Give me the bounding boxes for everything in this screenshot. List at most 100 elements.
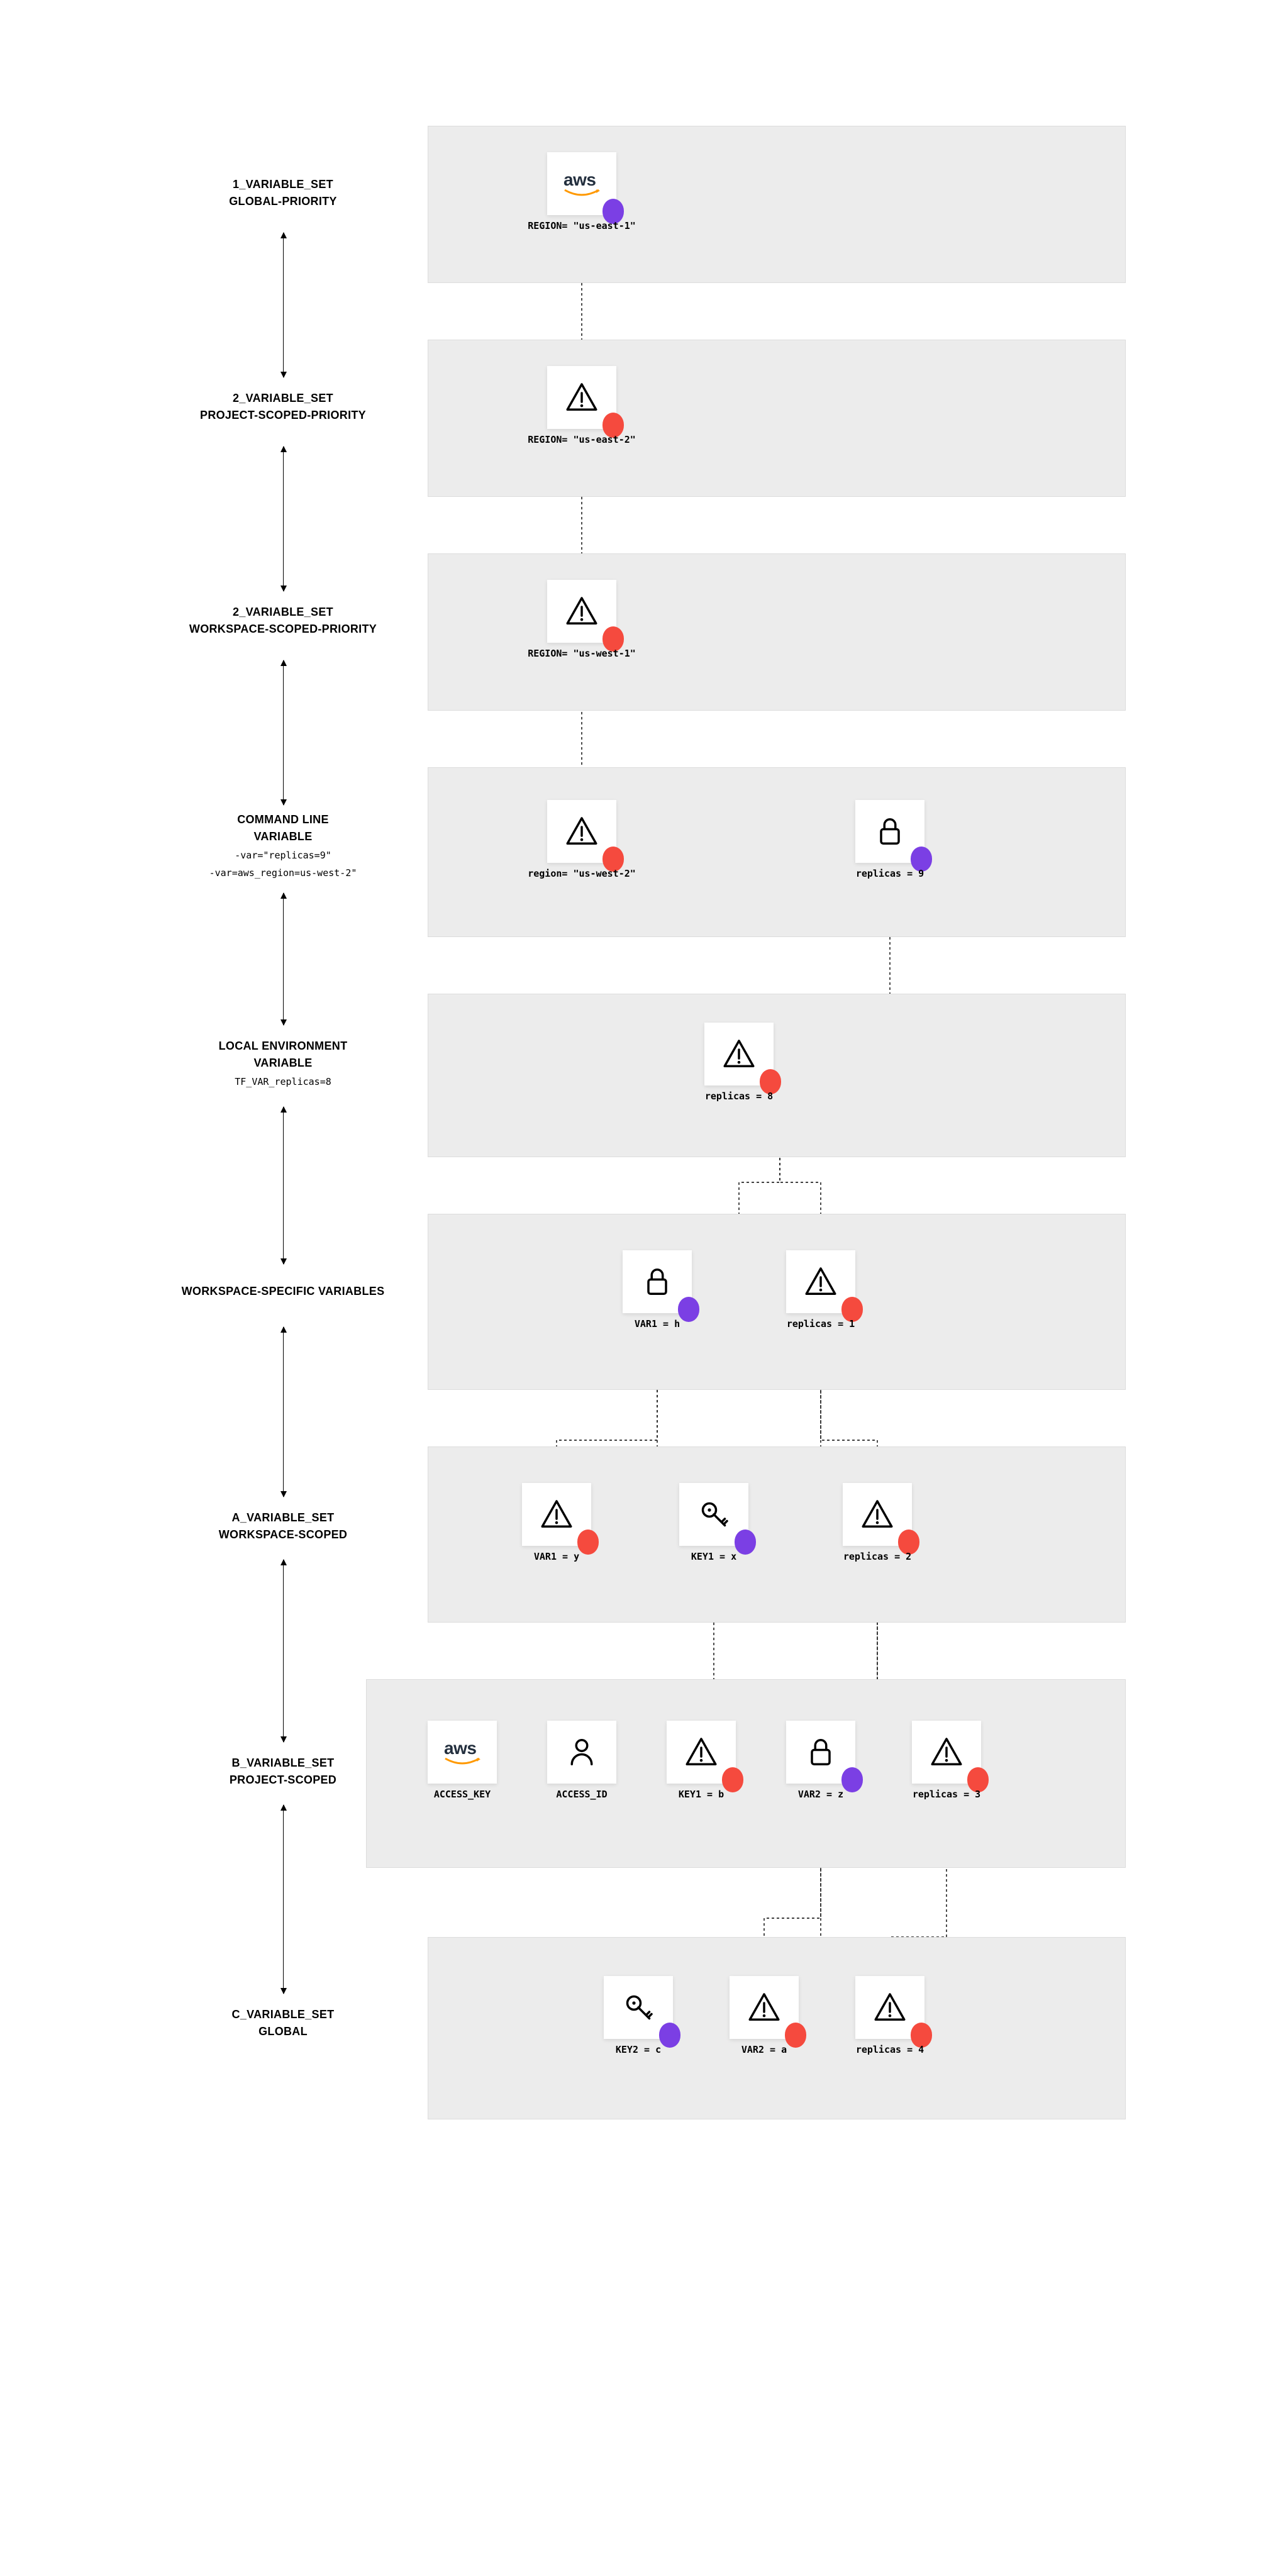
scope-label-line: WORKSPACE-SCOPED xyxy=(164,1526,402,1543)
variable-card: REGION= "us-west-1" xyxy=(547,580,616,643)
scope-panel xyxy=(428,126,1126,283)
scope-label-line: B_VARIABLE_SET xyxy=(164,1755,402,1772)
scope-label-line: 2_VARIABLE_SET xyxy=(164,390,402,407)
warning-icon xyxy=(860,1497,895,1532)
variable-card-label: VAR1 = h xyxy=(635,1318,680,1330)
scope-panel xyxy=(428,553,1126,711)
scope-label: A_VARIABLE_SETWORKSPACE-SCOPED xyxy=(164,1509,402,1543)
variable-card: ACCESS_ID xyxy=(547,1721,616,1784)
status-badge xyxy=(785,2023,806,2048)
variable-card: VAR2 = z xyxy=(786,1721,855,1784)
scope-label: B_VARIABLE_SETPROJECT-SCOPED xyxy=(164,1755,402,1789)
lock-icon xyxy=(640,1264,675,1299)
warning-icon xyxy=(872,1990,908,2025)
variable-card-label: replicas = 9 xyxy=(856,868,924,879)
variable-card-label: KEY2 = c xyxy=(616,2044,661,2055)
scope-label-line: 1_VARIABLE_SET xyxy=(164,176,402,193)
warning-icon xyxy=(721,1036,757,1072)
scope-label-line: 2_VARIABLE_SET xyxy=(164,604,402,621)
warning-icon xyxy=(539,1497,574,1532)
variable-card: KEY1 = b xyxy=(667,1721,736,1784)
scope-label-sub: -var="replicas=9" xyxy=(164,848,402,863)
variable-card-label: REGION= "us-east-2" xyxy=(528,434,636,445)
scope-label-line: GLOBAL xyxy=(164,2023,402,2040)
warning-icon xyxy=(564,814,599,849)
variable-card-label: replicas = 8 xyxy=(705,1091,773,1102)
warning-icon xyxy=(929,1735,964,1770)
aws-icon: aws xyxy=(444,1738,480,1766)
variable-card: awsREGION= "us-east-1" xyxy=(547,152,616,215)
variable-card: replicas = 2 xyxy=(843,1483,912,1546)
variable-card: VAR1 = h xyxy=(623,1250,692,1313)
variable-card-label: VAR1 = y xyxy=(534,1551,579,1562)
warning-icon xyxy=(747,1990,782,2025)
scope-label: 1_VARIABLE_SETGLOBAL-PRIORITY xyxy=(164,176,402,210)
variable-card-label: replicas = 2 xyxy=(843,1551,911,1562)
warning-icon xyxy=(564,380,599,415)
scope-label-line: PROJECT-SCOPED xyxy=(164,1772,402,1789)
scope-label: C_VARIABLE_SETGLOBAL xyxy=(164,2006,402,2040)
precedence-axis-segment xyxy=(283,1805,284,1994)
scope-label-line: PROJECT-SCOPED-PRIORITY xyxy=(164,407,402,424)
scope-label: WORKSPACE-SPECIFIC VARIABLES xyxy=(164,1283,402,1300)
precedence-axis-segment xyxy=(283,1327,284,1497)
scope-label: LOCAL ENVIRONMENTVARIABLE TF_VAR_replicas… xyxy=(164,1038,402,1089)
variable-card-label: ACCESS_KEY xyxy=(434,1789,491,1800)
variable-card: region= "us-west-2" xyxy=(547,800,616,863)
status-badge xyxy=(678,1297,699,1322)
status-badge xyxy=(659,2023,680,2048)
variable-card: awsACCESS_KEY xyxy=(428,1721,497,1784)
key-icon xyxy=(696,1497,731,1532)
warning-icon xyxy=(684,1735,719,1770)
variable-card: replicas = 1 xyxy=(786,1250,855,1313)
scope-label-line: GLOBAL-PRIORITY xyxy=(164,193,402,210)
precedence-axis-segment xyxy=(283,1107,284,1264)
scope-label-sub: TF_VAR_replicas=8 xyxy=(164,1074,402,1089)
scope-label-sub: -var=aws_region=us-west-2" xyxy=(164,865,402,880)
scope-label-line: WORKSPACE-SCOPED-PRIORITY xyxy=(164,621,402,638)
scope-panel xyxy=(428,1214,1126,1390)
variable-card: KEY2 = c xyxy=(604,1976,673,2039)
variable-card: VAR1 = y xyxy=(522,1483,591,1546)
variable-card-label: REGION= "us-west-1" xyxy=(528,648,636,659)
variable-card: replicas = 3 xyxy=(912,1721,981,1784)
precedence-axis-segment xyxy=(283,447,284,591)
warning-icon xyxy=(564,594,599,629)
variable-card: replicas = 8 xyxy=(704,1023,774,1085)
scope-panel xyxy=(428,767,1126,937)
scope-label-line: C_VARIABLE_SET xyxy=(164,2006,402,2023)
scope-label-line: VARIABLE xyxy=(164,828,402,845)
aws-icon: aws xyxy=(564,170,600,197)
scope-panel xyxy=(428,340,1126,497)
lock-icon xyxy=(872,814,908,849)
precedence-axis-segment xyxy=(283,660,284,805)
variable-card: REGION= "us-east-2" xyxy=(547,366,616,429)
precedence-axis-segment xyxy=(283,1560,284,1742)
scope-label-line: LOCAL ENVIRONMENT xyxy=(164,1038,402,1055)
status-badge xyxy=(735,1530,756,1555)
variable-card-label: VAR2 = z xyxy=(798,1789,843,1800)
precedence-axis-segment xyxy=(283,893,284,1025)
precedence-axis-segment xyxy=(283,233,284,377)
key-icon xyxy=(621,1990,656,2025)
scope-label: COMMAND LINEVARIABLE -var="replicas=9" -va… xyxy=(164,811,402,880)
variable-card-label: KEY1 = b xyxy=(679,1789,724,1800)
user-icon xyxy=(564,1735,599,1770)
variable-card: KEY1 = x xyxy=(679,1483,748,1546)
variable-card-label: VAR2 = a xyxy=(741,2044,787,2055)
scope-label: 2_VARIABLE_SETWORKSPACE-SCOPED-PRIORITY xyxy=(164,604,402,638)
scope-label-line: WORKSPACE-SPECIFIC VARIABLES xyxy=(164,1283,402,1300)
variable-card: replicas = 9 xyxy=(855,800,924,863)
status-badge xyxy=(722,1767,743,1792)
status-badge xyxy=(841,1767,863,1792)
variable-card-label: region= "us-west-2" xyxy=(528,868,636,879)
scope-label-line: A_VARIABLE_SET xyxy=(164,1509,402,1526)
scope-label-line: VARIABLE xyxy=(164,1055,402,1072)
variable-card-label: REGION= "us-east-1" xyxy=(528,220,636,231)
variable-card-label: replicas = 3 xyxy=(913,1789,980,1800)
variable-card-label: KEY1 = x xyxy=(691,1551,736,1562)
scope-label: 2_VARIABLE_SETPROJECT-SCOPED-PRIORITY xyxy=(164,390,402,424)
variable-card-label: replicas = 4 xyxy=(856,2044,924,2055)
warning-icon xyxy=(803,1264,838,1299)
scope-label-line: COMMAND LINE xyxy=(164,811,402,828)
